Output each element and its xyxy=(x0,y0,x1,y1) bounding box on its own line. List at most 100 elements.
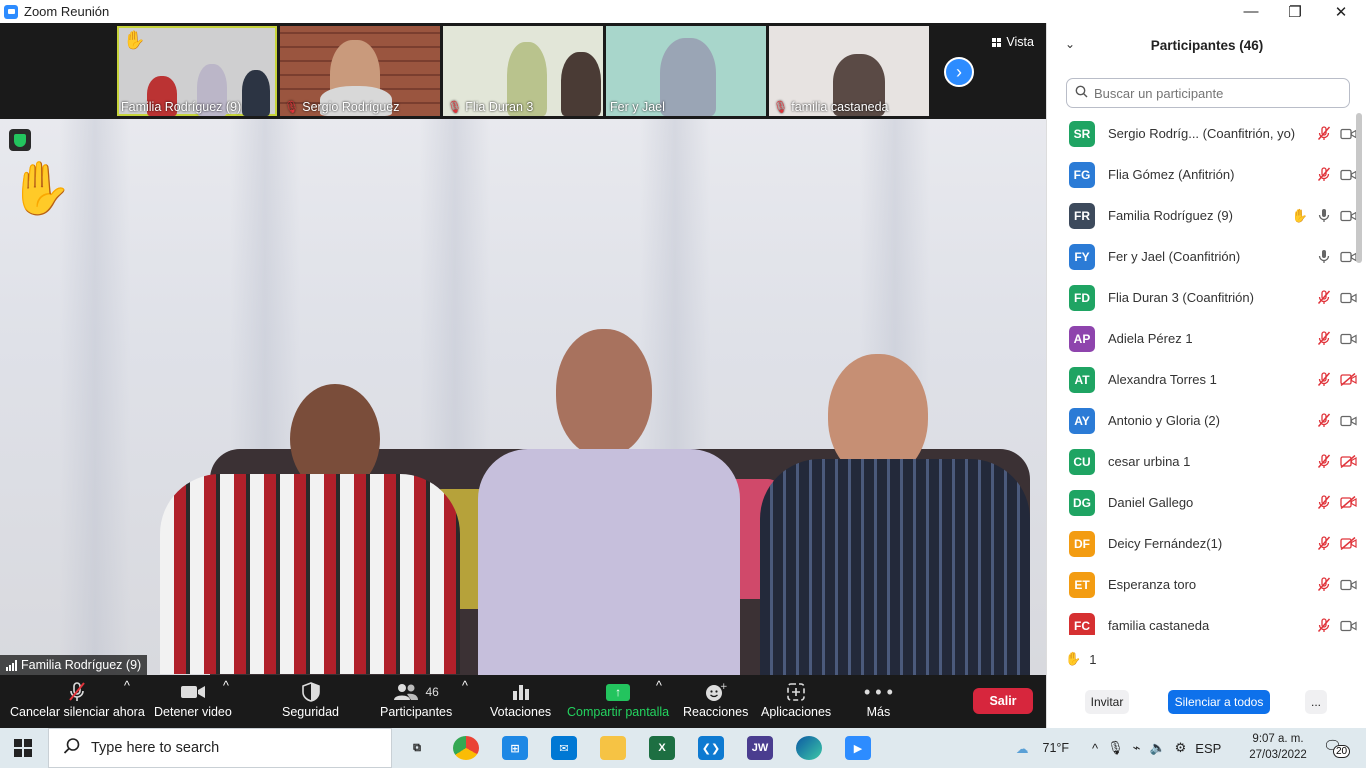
network-icon[interactable]: ⌁ xyxy=(1133,740,1141,756)
polls-button[interactable]: Votaciones xyxy=(490,679,551,719)
raised-hand-icon: ✋ xyxy=(1065,651,1082,666)
excel-icon[interactable]: X xyxy=(649,736,675,760)
video-icon xyxy=(1339,617,1357,635)
more-button[interactable]: • • • Más xyxy=(864,679,893,720)
video-off-icon xyxy=(1339,535,1357,553)
participant-name: Adiela Pérez 1 xyxy=(1108,331,1193,346)
participant-row[interactable]: AY Antonio y Gloria (2) xyxy=(1047,400,1357,441)
more-options-button[interactable]: ... xyxy=(1305,690,1327,714)
participant-row[interactable]: ET Esperanza toro xyxy=(1047,564,1357,605)
volume-icon[interactable]: 🔈 xyxy=(1149,740,1165,756)
participant-list-scrollbar[interactable] xyxy=(1356,113,1362,263)
svg-text:+: + xyxy=(720,682,727,692)
participant-row[interactable]: SR Sergio Rodríg... (Coanfitrión, yo) xyxy=(1047,113,1357,154)
avatar: FG xyxy=(1069,161,1095,188)
clock[interactable]: 9:07 a. m. 27/03/2022 xyxy=(1246,731,1310,763)
apps-button[interactable]: Aplicaciones xyxy=(761,679,831,719)
store-icon[interactable]: ⊞ xyxy=(502,736,528,760)
avatar: AY xyxy=(1069,407,1095,434)
thumbnail-fer-y-jael[interactable]: Fer y Jael xyxy=(606,26,766,116)
taskbar-search[interactable]: Type here to search xyxy=(48,728,392,768)
participant-name: Sergio Rodríg... (Coanfitrión, yo) xyxy=(1108,126,1296,141)
vscode-icon[interactable]: ❮❯ xyxy=(698,736,724,760)
participant-search[interactable] xyxy=(1066,78,1350,108)
participant-status-icons xyxy=(1315,248,1357,266)
task-view-icon[interactable]: ⧉ xyxy=(404,736,430,760)
participant-row[interactable]: FG Flia Gómez (Anfitrión) xyxy=(1047,154,1357,195)
thumbnail-label: 🎙 Flia Duran 3 xyxy=(447,100,534,114)
reactions-button[interactable]: + Reacciones xyxy=(683,679,748,719)
thumbnail-familia-rodriguez[interactable]: ✋ Familia Rodríguez (9) xyxy=(117,26,277,116)
chevron-right-icon: › xyxy=(956,61,962,82)
minimize-button[interactable]: — xyxy=(1228,0,1274,23)
mic-muted-icon xyxy=(1315,166,1333,184)
avatar: CU xyxy=(1069,448,1095,475)
participant-status-icons: ✋ xyxy=(1291,207,1357,225)
microphone-icon[interactable]: 🎙 xyxy=(1107,740,1124,756)
participant-row[interactable]: AP Adiela Pérez 1 xyxy=(1047,318,1357,359)
language-indicator[interactable]: ESP xyxy=(1195,741,1221,756)
thumbnail-sergio-rodriguez[interactable]: 🎙 Sergio Rodríguez xyxy=(280,26,440,116)
mic-muted-icon xyxy=(1315,453,1333,471)
share-screen-icon: ↑ xyxy=(606,679,631,705)
mic-muted-icon: 🎙 xyxy=(773,100,789,114)
mic-muted-icon xyxy=(1315,535,1333,553)
mic-muted-icon xyxy=(1315,371,1333,389)
participant-row[interactable]: FD Flia Duran 3 (Coanfitrión) xyxy=(1047,277,1357,318)
participant-name: Daniel Gallego xyxy=(1108,495,1194,510)
participants-icon: 46 xyxy=(393,679,439,705)
thumbnail-familia-castaneda[interactable]: 🎙 familia castaneda xyxy=(769,26,929,116)
participant-status-icons xyxy=(1315,494,1357,512)
share-screen-button[interactable]: ↑ Compartir pantalla xyxy=(567,679,669,719)
participant-row[interactable]: FR Familia Rodríguez (9) ✋ xyxy=(1047,195,1357,236)
notification-center[interactable]: 🗨 20 xyxy=(1323,737,1351,759)
panel-title: Participantes (46) xyxy=(1150,37,1264,53)
participants-panel: ⌄ Participantes (46) SRSergio Rodríg... … xyxy=(1046,23,1366,728)
window-title: Zoom Reunión xyxy=(24,4,110,19)
mail-icon[interactable]: ✉ xyxy=(551,736,577,760)
close-button[interactable]: ✕ xyxy=(1318,0,1364,23)
chevron-up-icon[interactable]: ^ xyxy=(1092,741,1098,756)
leave-button[interactable]: Salir xyxy=(973,688,1033,714)
security-button[interactable]: Seguridad xyxy=(282,679,339,719)
audio-options-caret[interactable]: ^ xyxy=(124,679,130,693)
participants-options-caret[interactable]: ^ xyxy=(462,679,468,693)
video-icon xyxy=(1339,330,1357,348)
file-explorer-icon[interactable] xyxy=(600,736,626,760)
video-icon xyxy=(1339,412,1357,430)
participant-name: Alexandra Torres 1 xyxy=(1108,372,1217,387)
chrome-icon[interactable] xyxy=(453,736,479,760)
maximize-button[interactable]: ❐ xyxy=(1272,0,1318,23)
jw-library-icon[interactable]: JW xyxy=(747,736,773,760)
encryption-shield-icon[interactable] xyxy=(9,129,31,151)
participants-button[interactable]: 46 Participantes xyxy=(380,679,452,719)
start-button[interactable] xyxy=(14,739,32,757)
edge-icon[interactable] xyxy=(796,736,822,760)
share-options-caret[interactable]: ^ xyxy=(656,679,662,693)
settings-icon[interactable]: ⚙ xyxy=(1175,740,1187,756)
mute-all-button[interactable]: Silenciar a todos xyxy=(1168,690,1270,714)
invite-button[interactable]: Invitar xyxy=(1085,690,1129,714)
search-input[interactable] xyxy=(1094,85,1334,101)
bar-chart-icon xyxy=(512,679,530,705)
view-button[interactable]: Vista xyxy=(992,35,1034,49)
avatar: ET xyxy=(1069,571,1095,598)
stop-video-button[interactable]: Detener video xyxy=(154,679,232,719)
zoom-app-icon xyxy=(4,4,18,19)
video-icon xyxy=(1339,207,1357,225)
participant-status-icons xyxy=(1315,453,1357,471)
participant-row[interactable]: DG Daniel Gallego xyxy=(1047,482,1357,523)
avatar: DF xyxy=(1069,530,1095,557)
thumbnail-flia-duran[interactable]: 🎙 Flia Duran 3 xyxy=(443,26,603,116)
participant-row[interactable]: CU cesar urbina 1 xyxy=(1047,441,1357,482)
video-options-caret[interactable]: ^ xyxy=(223,679,229,693)
weather-widget[interactable]: ☁ 71°F xyxy=(1016,728,1069,768)
participant-row[interactable]: FC familia castaneda xyxy=(1047,605,1357,635)
next-page-button[interactable]: › xyxy=(944,57,974,87)
participant-row[interactable]: AT Alexandra Torres 1 xyxy=(1047,359,1357,400)
avatar: FC xyxy=(1069,612,1095,635)
participant-row[interactable]: DF Deicy Fernández(1) xyxy=(1047,523,1357,564)
participant-row[interactable]: FY Fer y Jael (Coanfitrión) xyxy=(1047,236,1357,277)
zoom-taskbar-icon[interactable]: ▶ xyxy=(845,736,871,760)
avatar: FR xyxy=(1069,202,1095,229)
